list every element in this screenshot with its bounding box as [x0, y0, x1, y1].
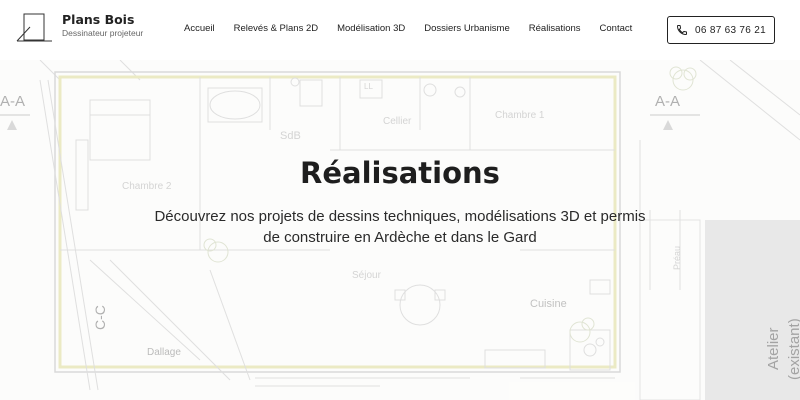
nav-item-realisations[interactable]: Réalisations [529, 23, 581, 34]
phone-button[interactable]: 06 87 63 76 21 [667, 16, 775, 44]
page-subtitle: Découvrez nos projets de dessins techniq… [154, 208, 646, 246]
page-title: Réalisations [300, 156, 500, 190]
main-nav: Accueil Relevés & Plans 2D Modélisation … [184, 23, 632, 34]
brand-tagline: Dessinateur projeteur [62, 28, 144, 38]
phone-number: 06 87 63 76 21 [695, 24, 766, 36]
phone-icon [677, 25, 688, 35]
site-header: Plans Bois Dessinateur projeteur Accueil… [0, 0, 800, 60]
brand-name: Plans Bois [62, 12, 135, 27]
nav-item-modelisation-3d[interactable]: Modélisation 3D [337, 23, 405, 34]
brand-text: Plans Bois Dessinateur projeteur [62, 12, 144, 39]
nav-item-dossiers-urbanisme[interactable]: Dossiers Urbanisme [424, 23, 510, 34]
brand-logo[interactable]: Plans Bois Dessinateur projeteur [16, 13, 143, 43]
nav-item-accueil[interactable]: Accueil [184, 23, 215, 34]
hero-banner: A-A A-A C-C Chambre 2 SdB Cellier Chambr… [0, 60, 800, 400]
nav-item-releves-plans-2d[interactable]: Relevés & Plans 2D [234, 23, 318, 34]
logo-mark-icon [16, 13, 52, 42]
nav-item-contact[interactable]: Contact [600, 23, 633, 34]
